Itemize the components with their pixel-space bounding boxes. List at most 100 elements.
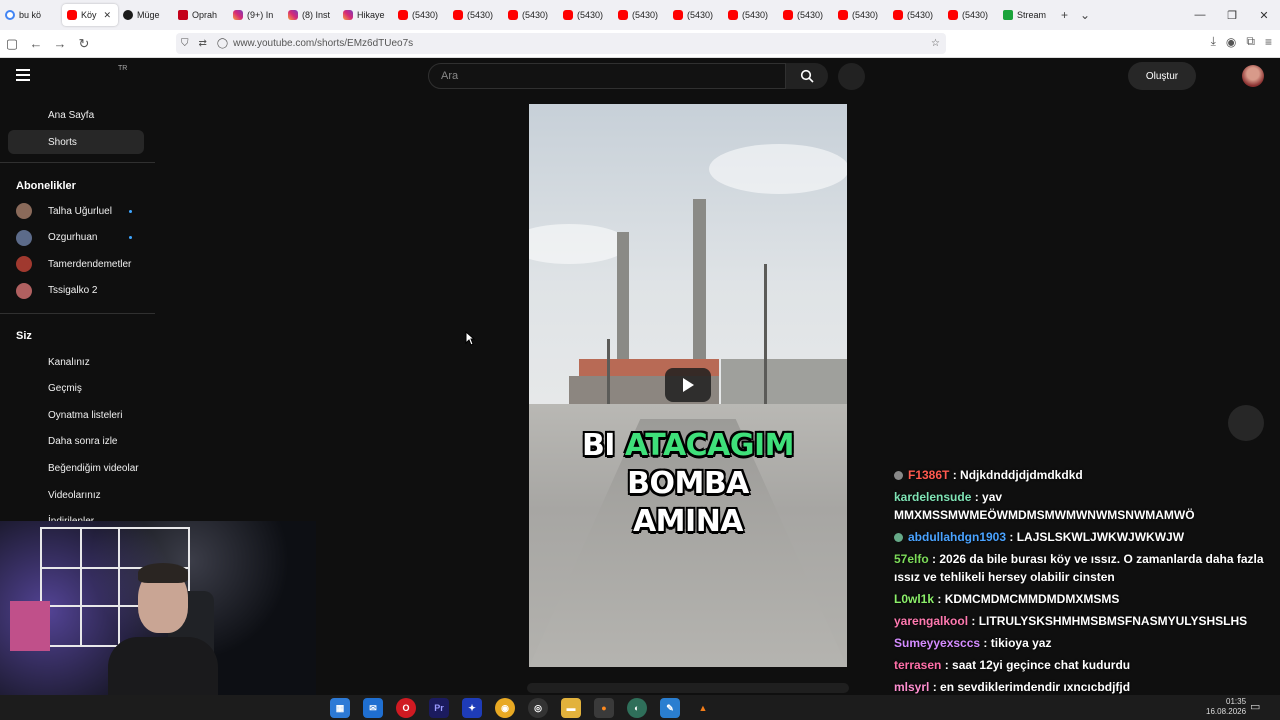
close-window-icon[interactable]: ✕ <box>1248 9 1280 22</box>
chrome-icon[interactable]: ◉ <box>495 698 515 718</box>
notification-icon[interactable]: ▭ <box>1250 700 1260 713</box>
browser-tab[interactable]: (8) Inst <box>283 4 338 26</box>
sidebar-item-you[interactable]: Oynatma listeleri <box>8 403 144 427</box>
vlc-icon[interactable]: ▲ <box>693 698 713 718</box>
store-icon[interactable]: ▦ <box>330 698 350 718</box>
file-explorer-icon[interactable]: ▬ <box>561 698 581 718</box>
sidebar-item-you[interactable]: Geçmiş <box>8 377 144 401</box>
subscription-item[interactable]: Tssigalko 2 <box>8 279 144 303</box>
chat-text: tikioya yaz <box>990 636 1052 650</box>
browser-tab[interactable]: (5430) <box>558 4 613 26</box>
tab-list-chevron-down-icon[interactable]: ⌄ <box>1080 8 1090 22</box>
chat-message: abdullahdgn1903 : LAJSLSKWLJWKWJWKWJW <box>894 528 1270 546</box>
browser-tab[interactable]: Hikaye <box>338 4 393 26</box>
mouse-cursor-icon <box>465 331 475 346</box>
browser-tab[interactable]: (5430) <box>778 4 833 26</box>
avatar[interactable] <box>1242 65 1264 87</box>
browser-tab[interactable]: (5430) <box>613 4 668 26</box>
youtube-icon <box>893 10 903 20</box>
youtube-icon <box>453 10 463 20</box>
browser-tab[interactable]: (5430) <box>393 4 448 26</box>
chat-message: mlsyrl : en sevdiklerimdendir ıxncıcbdjf… <box>894 678 1270 696</box>
chat-message: F1386T : Ndjkdnddjdjdmdkdkd <box>894 466 1270 484</box>
browser-tab[interactable]: (5430) <box>503 4 558 26</box>
opera-icon[interactable]: O <box>396 698 416 718</box>
voice-search-button[interactable] <box>838 63 865 90</box>
obs-icon[interactable]: ◎ <box>528 698 548 718</box>
maximize-icon[interactable]: ❐ <box>1216 9 1248 22</box>
country-code: TR <box>118 65 128 72</box>
paint-icon[interactable]: ✎ <box>660 698 680 718</box>
browser-tab[interactable]: (9+) In <box>228 4 283 26</box>
chat-separator: : <box>1006 530 1017 544</box>
browser-tab[interactable]: Stream <box>998 4 1053 26</box>
utility-pole <box>607 339 610 414</box>
browser-tab[interactable]: (5430) <box>943 4 998 26</box>
search-button[interactable] <box>786 63 828 89</box>
extensions-icon[interactable]: ⧉ <box>1246 34 1255 49</box>
browser-tab[interactable]: (5430) <box>723 4 778 26</box>
chat-username: abdullahdgn1903 <box>908 530 1007 544</box>
search-input[interactable] <box>429 64 773 88</box>
back-icon[interactable]: ← <box>24 36 48 51</box>
browser-tab[interactable]: (5430) <box>448 4 503 26</box>
bookmark-star-icon[interactable]: ☆ <box>931 38 940 49</box>
subscription-item[interactable]: Tamerdendemetler <box>8 252 144 276</box>
shorts-video-player[interactable]: BI ATACAGIM BOMBA AMINA <box>529 104 847 667</box>
premiere-icon[interactable]: Pr <box>429 698 449 718</box>
chat-username: 57elfo <box>894 552 929 566</box>
browser-tab[interactable]: bu kö <box>0 4 62 26</box>
sidebar-item-you[interactable]: Kanalınız <box>8 350 144 374</box>
clock[interactable]: 01:35 16.08.2026 <box>1206 697 1246 717</box>
tab-title: (5430) <box>852 10 879 20</box>
menu-icon[interactable]: ≡ <box>1265 35 1272 49</box>
forward-icon[interactable]: → <box>48 36 72 51</box>
sidebar-toggle-icon[interactable]: ▢ <box>0 36 24 52</box>
browser-tab[interactable]: Köy ✕ <box>62 4 118 26</box>
create-button[interactable]: Oluştur <box>1128 62 1196 90</box>
chat-username: L0wl1k <box>894 592 935 606</box>
hamburger-menu-icon[interactable] <box>16 69 30 81</box>
subscription-item[interactable]: Ozgurhuan <box>8 226 144 250</box>
url-field[interactable]: ⛉ ⇄ ◯ www.youtube.com/shorts/EMz6dTUeo7s… <box>176 33 946 54</box>
tab-title: (5430) <box>907 10 934 20</box>
search-box[interactable] <box>428 63 786 89</box>
sidebar-item-shorts[interactable]: Shorts <box>8 130 144 154</box>
sidebar-item-you[interactable]: Videolarınız <box>8 483 144 507</box>
browser-tab[interactable]: Müge <box>118 4 173 26</box>
minimize-icon[interactable]: — <box>1184 9 1216 21</box>
play-button[interactable] <box>665 368 711 402</box>
next-video-button[interactable] <box>1228 405 1264 441</box>
reload-icon[interactable]: ↻ <box>72 36 96 52</box>
youtube-icon <box>948 10 958 20</box>
channel-avatar <box>16 256 32 273</box>
mail-icon[interactable]: ✉ <box>363 698 383 718</box>
chat-separator: : <box>968 614 979 628</box>
tool-icon[interactable]: ✦ <box>462 698 482 718</box>
caption-text: BOMBA <box>627 466 749 501</box>
download-icon[interactable]: ⤓ <box>1211 34 1216 49</box>
subscription-label: Tamerdendemetler <box>48 258 132 270</box>
caption-highlight: ATACAGIM <box>624 428 795 463</box>
caption-text: BI <box>581 428 625 463</box>
browser-tab[interactable]: (5430) <box>833 4 888 26</box>
close-tab-icon[interactable]: ✕ <box>104 10 112 21</box>
browser-tab[interactable]: (5430) <box>668 4 723 26</box>
chat-message-cut: … <box>894 444 1270 451</box>
browser-tab[interactable]: (5430) <box>888 4 943 26</box>
sidebar-item-you[interactable]: Daha sonra izle <box>8 430 144 454</box>
stream-chat-overlay: … F1386T : Ndjkdnddjdjdmdkdkd kardelensud… <box>892 444 1280 720</box>
sidebar-item-label: Kanalınız <box>48 356 90 368</box>
account-icon[interactable]: ◉ <box>1226 35 1236 49</box>
sidebar-item-you[interactable]: Beğendiğim videolar <box>8 456 144 480</box>
app-icon[interactable]: ◐ <box>627 698 647 718</box>
chat-message: L0wl1k : KDMCMDMCMMDMDMXMSMS <box>894 590 1270 608</box>
subscription-item[interactable]: Talha Uğurluel <box>8 199 144 223</box>
browser-tab[interactable]: Oprah <box>173 4 228 26</box>
youtube-icon <box>67 10 77 20</box>
new-tab-icon[interactable]: + <box>1061 8 1068 22</box>
firefox-icon[interactable]: ● <box>594 698 614 718</box>
permissions-icon[interactable]: ⇄ <box>199 38 207 49</box>
caption-text: AMINA <box>632 504 744 539</box>
sidebar-item-home[interactable]: Ana Sayfa <box>8 103 144 127</box>
